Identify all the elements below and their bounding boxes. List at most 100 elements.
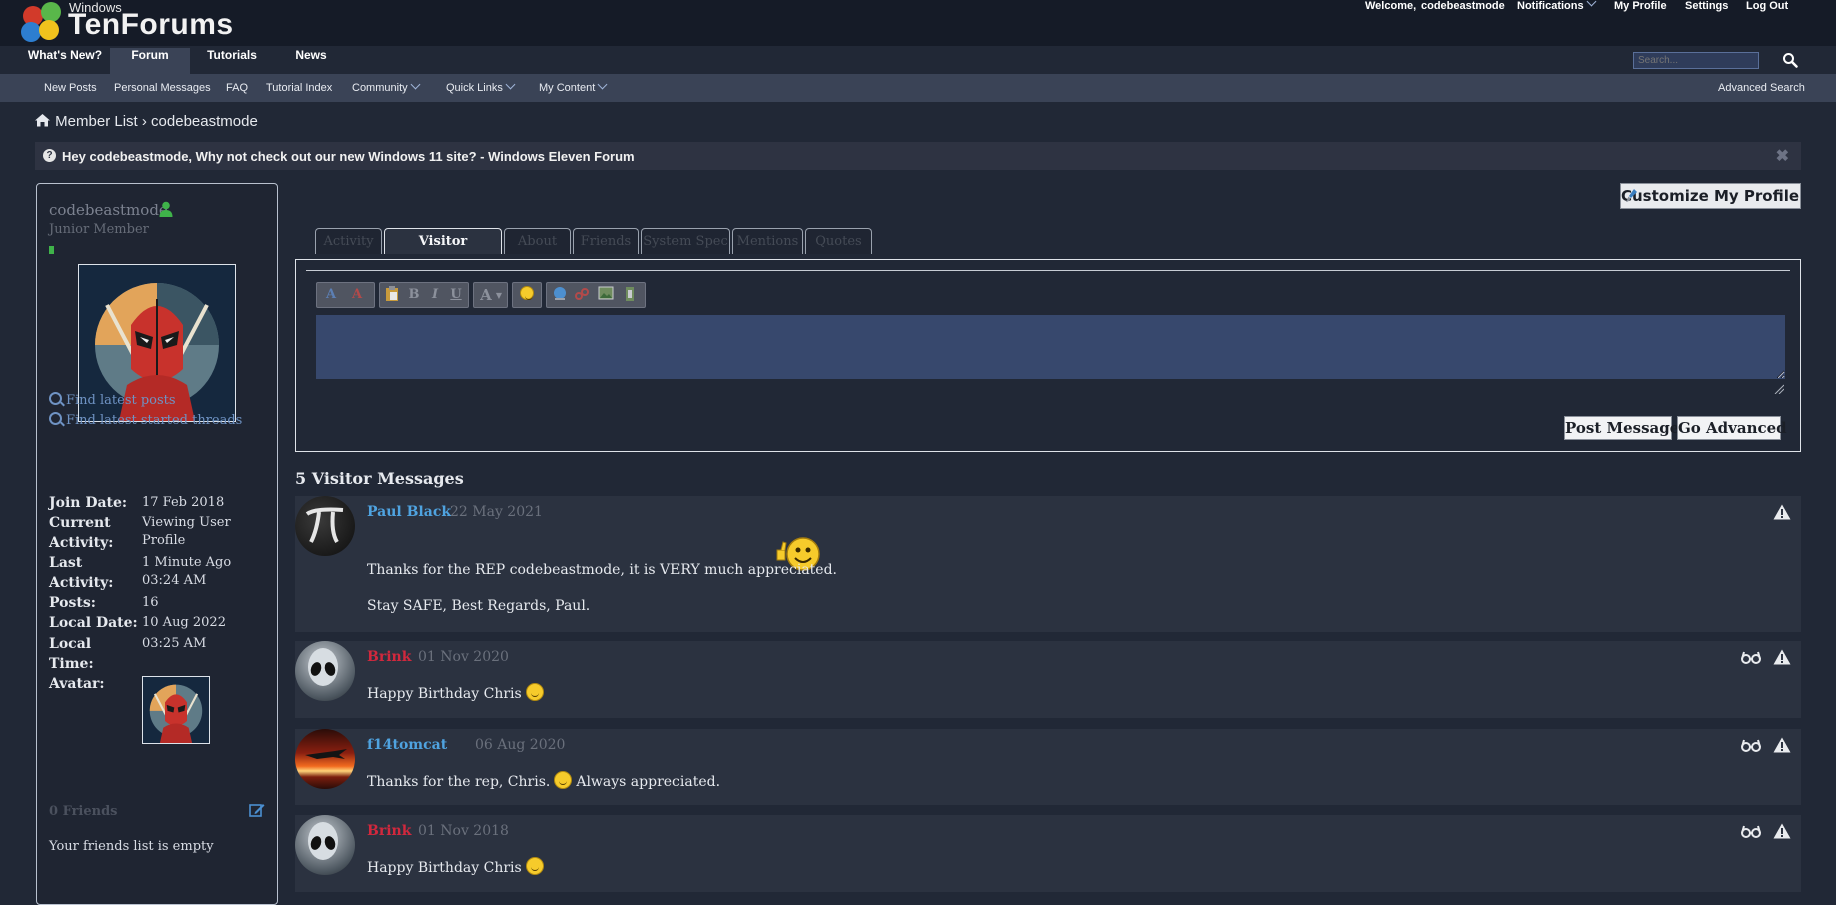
paintbrush-icon — [1626, 189, 1637, 202]
subnav-faq[interactable]: FAQ — [226, 82, 248, 94]
post-message-button[interactable]: Post Message — [1564, 416, 1679, 440]
tab-quotes[interactable]: Quotes — [805, 228, 872, 254]
subnav-tutorial-index[interactable]: Tutorial Index — [266, 82, 332, 94]
subnav-personal-messages[interactable]: Personal Messages — [114, 82, 211, 94]
friends-heading: 0 Friends — [49, 804, 118, 819]
breadcrumb-separator: › — [141, 113, 147, 130]
toolbar-group-font: A A — [316, 282, 375, 308]
local-time-label-2: Time: — [49, 656, 94, 672]
tab-system-spec[interactable]: System Spec — [641, 228, 730, 254]
report-warning-icon[interactable] — [1773, 823, 1791, 839]
customize-profile-label: Customize My Profile — [1621, 187, 1800, 205]
chevron-down-icon — [1586, 0, 1597, 7]
message-text: Thanks for the REP codebeastmode, it is … — [367, 562, 838, 578]
report-warning-icon[interactable] — [1773, 737, 1791, 753]
current-activity-value-1: Viewing User — [142, 515, 231, 530]
find-latest-posts-link[interactable]: Find latest posts — [49, 391, 176, 408]
text-color-icon[interactable]: A — [348, 286, 366, 304]
view-conversation-icon[interactable] — [1741, 738, 1761, 752]
welcome-text: Welcome, — [1365, 0, 1417, 12]
message-text: Thanks for the rep, Chris. Always appreci… — [367, 771, 720, 790]
subnav-community[interactable]: Community — [352, 79, 421, 94]
message-textarea[interactable] — [316, 315, 1785, 379]
toolbar-group-smilies — [512, 282, 542, 308]
settings-link[interactable]: Settings — [1685, 0, 1728, 12]
message-text-content: Happy Birthday Chris — [367, 686, 522, 702]
notice-text[interactable]: Hey codebeastmode, Why not check out our… — [62, 149, 635, 164]
insert-link-icon[interactable] — [551, 286, 569, 304]
nav-news[interactable]: News — [287, 48, 335, 74]
italic-button[interactable]: I — [426, 286, 444, 304]
author-avatar[interactable] — [295, 496, 355, 556]
logo-orb-yellow — [39, 20, 59, 40]
view-conversation-icon[interactable] — [1741, 650, 1761, 664]
last-activity-value-1: 1 Minute Ago — [142, 555, 232, 570]
current-activity-label-2: Activity: — [49, 535, 114, 551]
report-warning-icon[interactable] — [1773, 504, 1791, 520]
underline-button[interactable]: U — [447, 286, 465, 304]
search-icon — [49, 412, 62, 425]
nav-whats-new[interactable]: What's New? — [20, 48, 110, 74]
customize-profile-button[interactable]: Customize My Profile — [1620, 183, 1801, 209]
insert-image-icon[interactable] — [597, 286, 615, 304]
author-avatar[interactable] — [295, 729, 355, 789]
my-profile-link[interactable]: My Profile — [1614, 0, 1667, 12]
smiley-icon[interactable] — [518, 286, 536, 304]
search-input[interactable] — [1633, 52, 1759, 69]
unlink-icon[interactable] — [573, 286, 591, 304]
globe-link-icon — [554, 287, 566, 300]
notifications-menu[interactable]: Notifications — [1517, 0, 1597, 12]
message-author[interactable]: f14tomcat — [367, 737, 447, 753]
chevron-down-icon — [410, 79, 421, 90]
subnav-advanced-search[interactable]: Advanced Search — [1718, 82, 1805, 94]
alien-avatar-image — [308, 648, 338, 686]
visitor-message: f14tomcat 06 Aug 2020 Thanks for the rep… — [295, 729, 1801, 805]
subnav-new-posts[interactable]: New Posts — [44, 82, 97, 94]
resize-handle-icon[interactable] — [1774, 384, 1784, 394]
paste-icon[interactable] — [383, 286, 401, 304]
tab-activity[interactable]: Activity — [315, 228, 382, 254]
close-icon[interactable]: ✖ — [1776, 146, 1789, 166]
author-avatar[interactable] — [295, 815, 355, 875]
tab-mentions[interactable]: Mentions — [732, 228, 803, 254]
message-text-content: Happy Birthday Chris — [367, 860, 522, 876]
remove-format-icon[interactable]: A — [322, 286, 340, 304]
nav-forum[interactable]: Forum — [110, 48, 190, 74]
local-time-value: 03:25 AM — [142, 636, 207, 651]
logout-link[interactable]: Log Out — [1746, 0, 1788, 12]
tab-about[interactable]: About — [504, 228, 571, 254]
font-size-dropdown-icon[interactable]: ▼ — [490, 286, 508, 304]
author-avatar[interactable] — [295, 641, 355, 701]
last-activity-value-2: 03:24 AM — [142, 573, 207, 588]
message-author[interactable]: Paul Black — [367, 504, 451, 520]
message-author[interactable]: Brink — [367, 823, 411, 839]
find-latest-threads-link[interactable]: Find latest started threads — [49, 411, 242, 428]
tab-visitor-messages[interactable]: Visitor Messages — [384, 228, 502, 275]
view-conversation-icon[interactable] — [1741, 824, 1761, 838]
main-nav: What's New? Forum Tutorials News — [0, 48, 1836, 74]
edit-icon[interactable] — [249, 802, 265, 818]
user-nav: Welcome, codebeastmode Notifications My … — [0, 0, 1836, 14]
go-advanced-button[interactable]: Go Advanced — [1677, 416, 1787, 440]
tab-friends[interactable]: Friends — [573, 228, 639, 254]
quick-links-label: Quick Links — [446, 82, 503, 94]
message-author[interactable]: Brink — [367, 649, 411, 665]
search-icon — [49, 392, 62, 405]
reputation-bar — [49, 246, 54, 254]
message-date: 01 Nov 2018 — [418, 823, 509, 839]
welcome-username-link[interactable]: codebeastmode — [1421, 0, 1505, 12]
subnav-my-content[interactable]: My Content — [539, 79, 608, 94]
join-date-value: 17 Feb 2018 — [142, 495, 225, 510]
home-icon[interactable] — [34, 113, 51, 127]
avatar-label: Avatar: — [49, 676, 105, 692]
message-text-content: Thanks for the rep, Chris. — [367, 774, 551, 790]
bold-button[interactable]: B — [405, 286, 423, 304]
search-icon[interactable] — [1782, 52, 1798, 68]
insert-video-icon[interactable] — [621, 286, 639, 304]
breadcrumb-member-list[interactable]: Member List — [55, 113, 138, 130]
online-user-icon — [159, 201, 173, 217]
subnav-quick-links[interactable]: Quick Links — [446, 79, 516, 94]
report-warning-icon[interactable] — [1773, 649, 1791, 665]
nav-tutorials[interactable]: Tutorials — [197, 48, 267, 74]
visitor-message: Brink 01 Nov 2018 Happy Birthday Chris — [295, 815, 1801, 892]
